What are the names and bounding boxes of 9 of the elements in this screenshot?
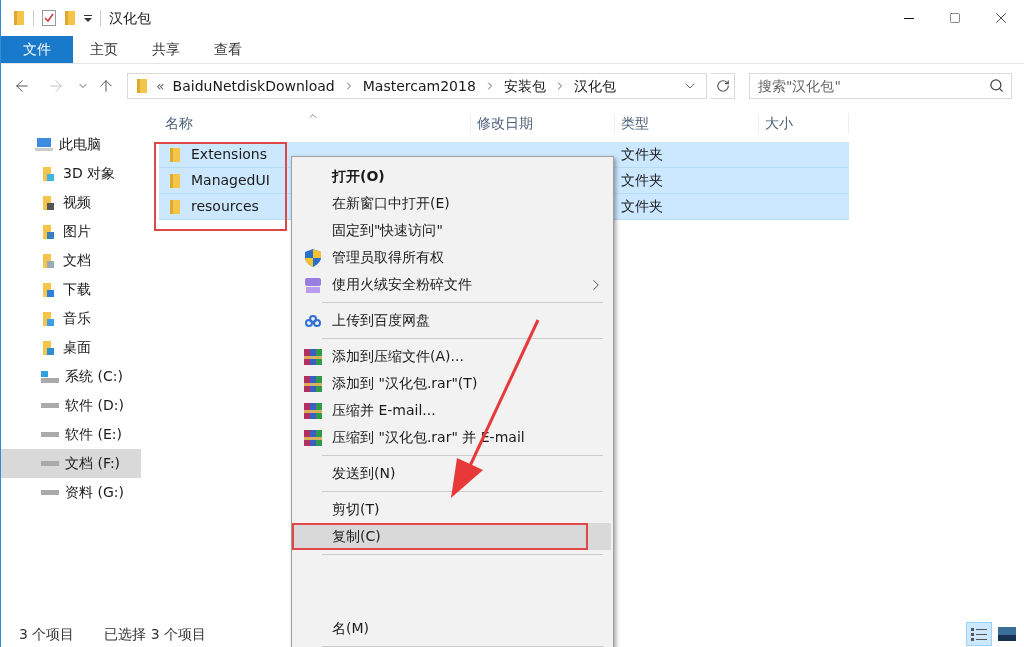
file-name: Extensions bbox=[191, 145, 268, 164]
selection-count: 已选择 3 个项目 bbox=[104, 624, 207, 644]
file-name: ManagedUI bbox=[191, 171, 270, 190]
file-type: 文件夹 bbox=[621, 198, 663, 214]
window-title: 汉化包 bbox=[109, 8, 151, 28]
file-name: resources bbox=[191, 197, 259, 216]
item-count: 3 个项目 bbox=[19, 624, 75, 644]
file-type: 文件夹 bbox=[621, 146, 663, 162]
file-type: 文件夹 bbox=[621, 172, 663, 188]
